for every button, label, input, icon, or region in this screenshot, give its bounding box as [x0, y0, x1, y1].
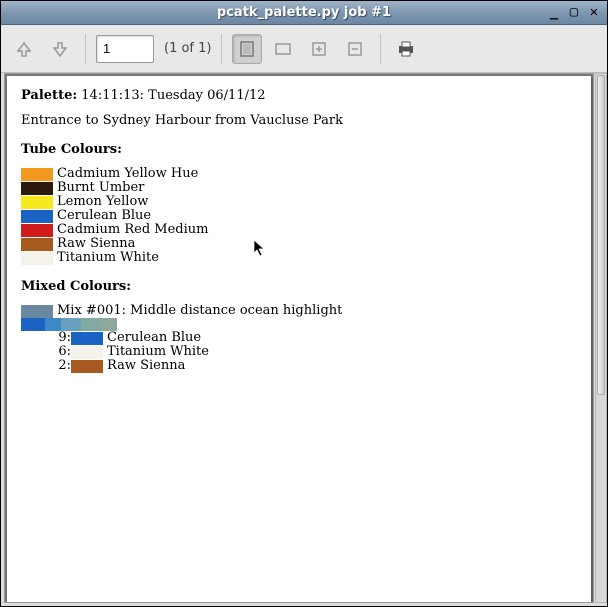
prev-page-button[interactable]	[9, 34, 39, 64]
colour-swatch	[21, 210, 53, 223]
colour-name: Titanium White	[57, 251, 159, 265]
component-name: Raw Sienna	[107, 359, 185, 373]
window-title: pcatk_palette.py job #1	[217, 5, 391, 20]
tube-colour-row: Titanium White	[21, 251, 577, 265]
mixed-colours-heading: Mixed Colours:	[21, 279, 577, 294]
mix-row: Mix #001: Middle distance ocean highligh…	[21, 304, 577, 318]
gradient-segment	[21, 318, 45, 331]
printer-icon	[396, 39, 416, 59]
maximize-button[interactable]: ▢	[565, 3, 583, 21]
mix-component-row: 6: Titanium White	[21, 345, 577, 359]
zoom-out-button[interactable]	[340, 34, 370, 64]
zoom-in-icon	[310, 40, 328, 58]
gradient-segment	[81, 318, 101, 331]
tube-colour-row: Lemon Yellow	[21, 195, 577, 209]
fit-width-button[interactable]	[268, 34, 298, 64]
tube-colour-row: Raw Sienna	[21, 237, 577, 251]
colour-name: Lemon Yellow	[57, 195, 148, 209]
window-titlebar: pcatk_palette.py job #1 _ ▢ ✕	[1, 1, 607, 25]
tube-colours-heading: Tube Colours:	[21, 142, 577, 157]
toolbar-separator	[85, 34, 86, 64]
tube-colour-row: Burnt Umber	[21, 181, 577, 195]
minimize-button[interactable]: _	[545, 3, 563, 21]
palette-subtitle: Entrance to Sydney Harbour from Vaucluse…	[21, 113, 577, 128]
mix-component-row: 2: Raw Sienna	[21, 359, 577, 373]
toolbar: (1 of 1)	[1, 25, 607, 73]
component-name: Titanium White	[107, 345, 209, 359]
print-button[interactable]	[391, 34, 421, 64]
component-swatch	[71, 332, 103, 345]
colour-name: Burnt Umber	[57, 181, 144, 195]
component-swatch	[71, 360, 103, 373]
colour-name: Cerulean Blue	[57, 209, 151, 223]
component-swatch	[71, 346, 103, 359]
tube-colour-row: Cadmium Red Medium	[21, 223, 577, 237]
next-page-button[interactable]	[45, 34, 75, 64]
palette-header-label: Palette:	[21, 88, 77, 103]
tube-colour-row: Cadmium Yellow Hue	[21, 167, 577, 181]
mix-components-list: 9: Cerulean Blue 6: Titanium White 2: Raw Sie…	[21, 331, 577, 373]
document-viewport: Palette: 14:11:13: Tuesday 06/11/12 Entr…	[4, 73, 594, 603]
colour-swatch	[21, 252, 53, 265]
component-ratio: 6:	[53, 345, 71, 359]
toolbar-separator	[380, 34, 381, 64]
component-ratio: 2:	[53, 359, 71, 373]
colour-swatch	[21, 238, 53, 251]
palette-header-timestamp: 14:11:13: Tuesday 06/11/12	[81, 88, 265, 103]
page-number-input[interactable]	[96, 35, 154, 63]
zoom-in-button[interactable]	[304, 34, 334, 64]
vertical-scrollbar[interactable]	[595, 73, 607, 603]
palette-header: Palette: 14:11:13: Tuesday 06/11/12	[21, 88, 577, 103]
zoom-out-icon	[346, 40, 364, 58]
fit-page-button[interactable]	[232, 34, 262, 64]
fit-width-icon	[274, 40, 292, 58]
close-button[interactable]: ✕	[585, 3, 603, 21]
colour-swatch	[21, 196, 53, 209]
mix-swatch	[21, 305, 53, 318]
mix-component-row: 9: Cerulean Blue	[21, 331, 577, 345]
colour-name: Cadmium Red Medium	[57, 223, 208, 237]
component-ratio: 9:	[53, 331, 71, 345]
colour-swatch	[21, 182, 53, 195]
colour-swatch	[21, 168, 53, 181]
component-name: Cerulean Blue	[107, 331, 201, 345]
document-page: Palette: 14:11:13: Tuesday 06/11/12 Entr…	[7, 76, 591, 602]
colour-name: Raw Sienna	[57, 237, 135, 251]
fit-page-icon	[238, 40, 256, 58]
up-arrow-icon	[14, 39, 34, 59]
mix-label: Mix #001: Middle distance ocean highligh…	[57, 304, 342, 318]
tube-colour-list: Cadmium Yellow HueBurnt UmberLemon Yello…	[21, 167, 577, 265]
down-arrow-icon	[50, 39, 70, 59]
toolbar-separator	[221, 34, 222, 64]
tube-colour-row: Cerulean Blue	[21, 209, 577, 223]
colour-swatch	[21, 224, 53, 237]
colour-name: Cadmium Yellow Hue	[57, 167, 198, 181]
scrollbar-thumb[interactable]	[597, 75, 605, 395]
page-count-label: (1 of 1)	[164, 41, 211, 56]
